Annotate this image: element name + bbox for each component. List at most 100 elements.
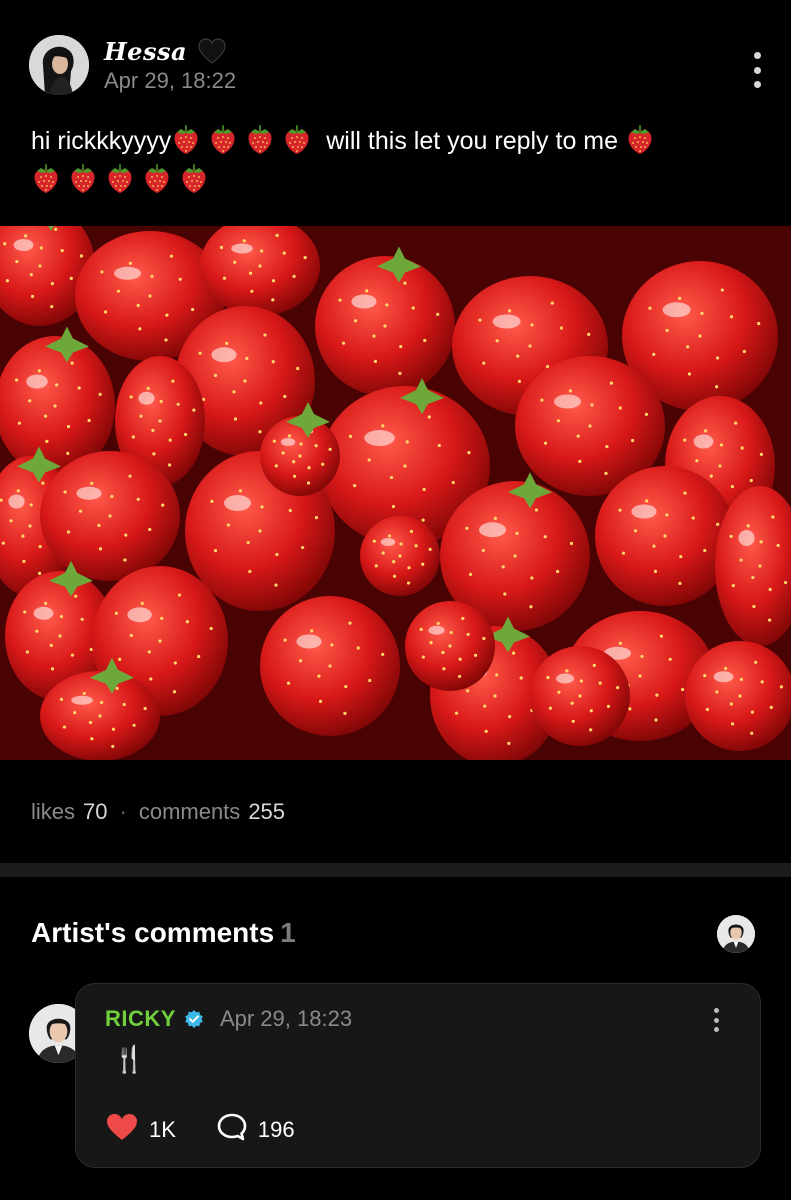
strawberry-seed: [21, 534, 25, 538]
strawberry-seed: [136, 497, 140, 501]
strawberry-seed: [373, 359, 378, 364]
strawberry-seed: [149, 677, 153, 681]
strawberry-seed: [58, 634, 62, 638]
strawberry-seed: [683, 491, 687, 495]
strawberry-seed: [299, 442, 303, 446]
strawberry-seed: [411, 306, 415, 310]
strawberry-seed: [621, 551, 626, 555]
strawberry-seed: [338, 298, 342, 302]
strawberry-seed: [482, 636, 486, 641]
strawberry-seed: [160, 616, 164, 621]
strawberry-seed: [442, 667, 446, 671]
strawberry-seed: [62, 725, 67, 729]
strawberry-seed: [731, 584, 735, 588]
strawberry-seed: [483, 704, 487, 708]
strawberry-highlight: [280, 438, 296, 446]
strawberry-seed: [616, 686, 620, 690]
strawberry-seed: [679, 554, 683, 559]
strawberry-seed: [751, 575, 755, 580]
strawberry-emoji-icon: [171, 124, 201, 156]
strawberry-seed: [298, 454, 302, 458]
strawberry-seed: [569, 541, 574, 546]
strawberry-seed: [314, 516, 319, 520]
reply-button[interactable]: 196: [216, 1112, 295, 1147]
strawberry-emoji-icon: [142, 163, 172, 195]
more-options-icon[interactable]: [752, 52, 762, 88]
verified-badge-icon: [184, 1009, 204, 1029]
strawberry-seed: [645, 499, 649, 503]
strawberry-seed: [493, 516, 498, 520]
strawberry-seed: [171, 379, 175, 383]
likes-label[interactable]: likes: [31, 799, 75, 825]
strawberry-seed: [653, 569, 658, 574]
strawberry-seed: [15, 259, 19, 264]
strawberry-seed: [287, 434, 292, 438]
strawberry-seed: [421, 518, 425, 522]
strawberry-seed: [687, 372, 692, 376]
strawberry-seed: [742, 349, 746, 354]
commenter-name[interactable]: RICKY: [105, 1006, 176, 1032]
post-stats: likes 70 · comments 255: [31, 799, 285, 825]
strawberry-seed: [74, 594, 78, 598]
strawberry-seed: [98, 392, 102, 396]
strawberry-seed: [618, 641, 623, 645]
comments-count[interactable]: 255: [248, 799, 285, 825]
strawberry-seed: [752, 604, 756, 609]
post-image-strawberries[interactable]: [0, 226, 791, 760]
comment-date: Apr 29, 18:23: [219, 1006, 353, 1031]
strawberry-seed: [768, 587, 772, 592]
strawberry-seed: [399, 542, 403, 546]
author-name[interactable]: Hessa: [104, 37, 187, 66]
strawberry-seed: [493, 694, 497, 698]
strawberry-emoji-icon: [245, 124, 275, 156]
strawberry-seed: [390, 475, 394, 480]
strawberry-seed: [275, 233, 279, 237]
artist-comment-card: RICKY Apr 29, 18:23 🍴 1K 196: [75, 983, 761, 1168]
strawberry-seed: [530, 323, 534, 327]
strawberry-seed: [570, 701, 574, 705]
strawberry-seed: [640, 654, 644, 659]
strawberry-seed: [618, 508, 622, 512]
strawberry-highlight: [662, 302, 691, 318]
strawberry-seed: [321, 462, 325, 466]
comments-label[interactable]: comments: [139, 799, 240, 825]
strawberry-seed: [282, 251, 286, 255]
reply-count: 196: [257, 1116, 295, 1142]
like-button[interactable]: 1K: [105, 1112, 176, 1147]
strawberry-seed: [372, 539, 376, 543]
strawberry-seed: [16, 489, 20, 493]
strawberry-seed: [501, 565, 505, 569]
strawberry-highlight: [231, 243, 253, 254]
strawberry-seed: [638, 674, 642, 678]
strawberry-seed: [528, 344, 532, 348]
strawberry-seed: [25, 650, 30, 654]
strawberry-seed: [158, 419, 162, 423]
strawberry-seed: [457, 674, 462, 679]
strawberry-seed: [700, 311, 704, 316]
like-count: 1K: [149, 1116, 176, 1142]
strawberry-seed: [98, 714, 102, 718]
strawberry-seed: [571, 719, 575, 723]
strawberry-seed: [757, 321, 761, 326]
strawberry-seed: [754, 660, 758, 664]
strawberry-seed: [233, 260, 237, 264]
strawberry-seed: [348, 621, 352, 625]
strawberry-seed: [578, 694, 582, 698]
strawberry-seed: [259, 401, 263, 405]
strawberry-seed: [441, 650, 445, 655]
strawberry-seed: [271, 298, 275, 302]
strawberry-seed: [398, 371, 402, 375]
likes-count[interactable]: 70: [83, 799, 107, 825]
post-text: hi rickkkyyyy will this let you reply to…: [31, 122, 751, 200]
strawberry-seed: [248, 271, 253, 275]
strawberry-seed: [515, 531, 519, 536]
strawberry-seed: [303, 256, 307, 260]
strawberry-seed: [5, 279, 10, 283]
artist-avatar-small[interactable]: [717, 915, 755, 953]
strawberry-seed: [129, 633, 133, 638]
comment-more-options-icon[interactable]: [712, 1008, 720, 1032]
author-avatar[interactable]: [29, 35, 89, 95]
strawberry-highlight: [33, 606, 54, 620]
strawberry-seed: [556, 569, 560, 574]
strawberry-seed: [103, 310, 108, 314]
